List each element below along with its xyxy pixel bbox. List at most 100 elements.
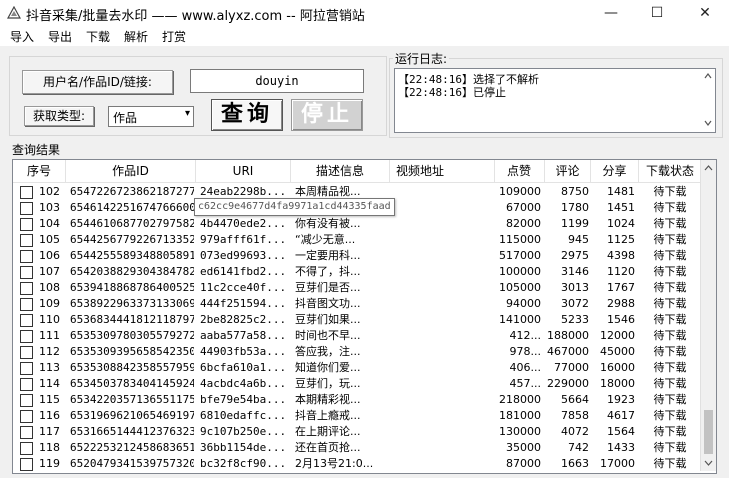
- cell-uri: 44903fb53a...: [200, 345, 287, 358]
- cell-video-url: [394, 264, 488, 280]
- cell-likes: 218000: [499, 393, 541, 406]
- cell-video-url: [394, 408, 488, 424]
- type-select[interactable]: 作品 ▾: [108, 106, 194, 127]
- cell-comments: 945: [568, 233, 589, 246]
- column-header-index[interactable]: 序号: [13, 160, 66, 182]
- menu-import[interactable]: 导入: [10, 28, 34, 45]
- cell-uri: 2be82825c2...: [200, 313, 287, 326]
- cell-status: 待下载: [653, 457, 687, 470]
- cell-video-url: [394, 232, 488, 248]
- column-header-shares[interactable]: 分享: [591, 160, 639, 182]
- cell-video-url: [394, 360, 488, 376]
- cell-work-id: 6535308842358557959: [70, 361, 194, 374]
- menu-download[interactable]: 下载: [86, 28, 110, 45]
- menu-bar: 导入 导出 下载 解析 打赏: [0, 26, 729, 46]
- cell-status: 待下载: [653, 281, 687, 294]
- table-row[interactable]: 108 6539418868786400525 11c2cce40f... 豆芽们是否…: [13, 280, 701, 296]
- column-header-description[interactable]: 描述信息: [291, 160, 390, 182]
- menu-parse[interactable]: 解析: [124, 28, 148, 45]
- cell-index: 105: [39, 233, 60, 246]
- menu-export[interactable]: 导出: [48, 28, 72, 45]
- table-row[interactable]: 115 6534220357136551175 bfe79e54ba... 本期精彩视…: [13, 392, 701, 408]
- cell-comments: 7858: [561, 409, 589, 422]
- cell-likes: 457...: [509, 377, 542, 390]
- cell-likes: 100000: [499, 265, 541, 278]
- row-checkbox[interactable]: [20, 410, 33, 423]
- row-checkbox[interactable]: [20, 314, 33, 327]
- column-header-uri[interactable]: URI: [196, 160, 291, 182]
- table-row[interactable]: 114 6534503783404145924 4acbdc4a6b... 豆芽们，玩…: [13, 376, 701, 392]
- maximize-button[interactable]: ☐: [634, 0, 680, 26]
- cell-description: 豆芽们是否...: [295, 281, 361, 294]
- cell-uri: 4b4470ede2...: [200, 217, 287, 230]
- table-row[interactable]: 117 6531665144412376323 9c107b250e... 在上期评论…: [13, 424, 701, 440]
- cell-uri: 11c2cce40f...: [200, 281, 287, 294]
- row-checkbox[interactable]: [20, 234, 33, 247]
- cell-shares: 17000: [600, 457, 635, 470]
- table-row[interactable]: 111 6535309780305579272 aaba577a58... 时间也不早…: [13, 328, 701, 344]
- row-checkbox[interactable]: [20, 282, 33, 295]
- cell-status: 待下载: [653, 233, 687, 246]
- user-id-label: 用户名/作品ID/链接:: [22, 70, 173, 94]
- cell-shares: 1564: [607, 425, 635, 438]
- cell-shares: 12000: [600, 329, 635, 342]
- query-button[interactable]: 查询: [211, 99, 283, 131]
- cell-comments: 4072: [561, 425, 589, 438]
- chevron-down-icon: ▾: [184, 108, 190, 119]
- cell-status: 待下载: [653, 425, 687, 438]
- cell-comments: 5664: [561, 393, 589, 406]
- column-header-download-status[interactable]: 下载状态: [639, 160, 701, 182]
- cell-video-url: [394, 456, 488, 472]
- row-checkbox[interactable]: [20, 202, 33, 215]
- stop-button[interactable]: 停止: [291, 99, 363, 131]
- column-header-comments[interactable]: 评论: [545, 160, 591, 182]
- log-scrollbar[interactable]: [701, 69, 715, 130]
- table-row[interactable]: 107 6542038829304384782 ed6141fbd2... 不得了，抖…: [13, 264, 701, 280]
- table-row[interactable]: 104 6544610687702797582 4b4470ede2... 你有没有被…: [13, 216, 701, 232]
- column-header-likes[interactable]: 点赞: [494, 160, 545, 182]
- table-row[interactable]: 109 6538922963373133069 444f251594... 抖音图文功…: [13, 296, 701, 312]
- row-checkbox[interactable]: [20, 186, 33, 199]
- user-id-input[interactable]: douyin: [190, 69, 364, 93]
- table-scrollbar[interactable]: [700, 160, 716, 471]
- row-checkbox[interactable]: [20, 346, 33, 359]
- cell-index: 119: [39, 457, 60, 470]
- cell-index: 104: [39, 217, 60, 230]
- menu-tip[interactable]: 打赏: [162, 28, 186, 45]
- table-row[interactable]: 110 6536834441812118797 2be82825c2... 豆芽们如果…: [13, 312, 701, 328]
- row-checkbox[interactable]: [20, 394, 33, 407]
- cell-index: 109: [39, 297, 60, 310]
- cell-index: 107: [39, 265, 60, 278]
- cell-status: 待下载: [653, 185, 687, 198]
- row-checkbox[interactable]: [20, 330, 33, 343]
- row-checkbox[interactable]: [20, 362, 33, 375]
- table-row[interactable]: 106 6544255589348805891 073ed99693... 一定要用科…: [13, 248, 701, 264]
- table-row[interactable]: 119 6520479341539757320 bc32f8cf90... 2月13号…: [13, 456, 701, 472]
- row-checkbox[interactable]: [20, 266, 33, 279]
- row-checkbox[interactable]: [20, 426, 33, 439]
- row-checkbox[interactable]: [20, 218, 33, 231]
- log-textarea[interactable]: 【22:48:16】选择了不解析 【22:48:16】已停止: [394, 68, 716, 133]
- cell-index: 102: [39, 185, 60, 198]
- cell-likes: 35000: [506, 441, 541, 454]
- table-row[interactable]: 116 6531969621065469197 6810edaffc... 抖音上瘾戒…: [13, 408, 701, 424]
- cell-video-url: [394, 376, 488, 392]
- table-row[interactable]: 113 6535308842358557959 6bcfa610a1... 知道你们爱…: [13, 360, 701, 376]
- row-checkbox[interactable]: [20, 458, 33, 471]
- row-checkbox[interactable]: [20, 378, 33, 391]
- table-row[interactable]: 112 6535309395658542350 44903fb53a... 答应我，注…: [13, 344, 701, 360]
- cell-shares: 1767: [607, 281, 635, 294]
- row-checkbox[interactable]: [20, 298, 33, 311]
- cell-shares: 1433: [607, 441, 635, 454]
- column-header-video-url[interactable]: 视频地址: [390, 160, 495, 182]
- cell-status: 待下载: [653, 393, 687, 406]
- minimize-button[interactable]: —: [588, 0, 634, 26]
- cell-likes: 115000: [499, 233, 541, 246]
- row-checkbox[interactable]: [20, 250, 33, 263]
- table-row[interactable]: 118 6522253212458683651 36bb1154de... 还在首页抢…: [13, 440, 701, 456]
- close-button[interactable]: ✕: [682, 0, 728, 26]
- column-header-work-id[interactable]: 作品ID: [66, 160, 196, 182]
- cell-comments: 229000: [547, 377, 589, 390]
- table-row[interactable]: 105 6544256779226713352 979afff61f... “减少无意…: [13, 232, 701, 248]
- row-checkbox[interactable]: [20, 442, 33, 455]
